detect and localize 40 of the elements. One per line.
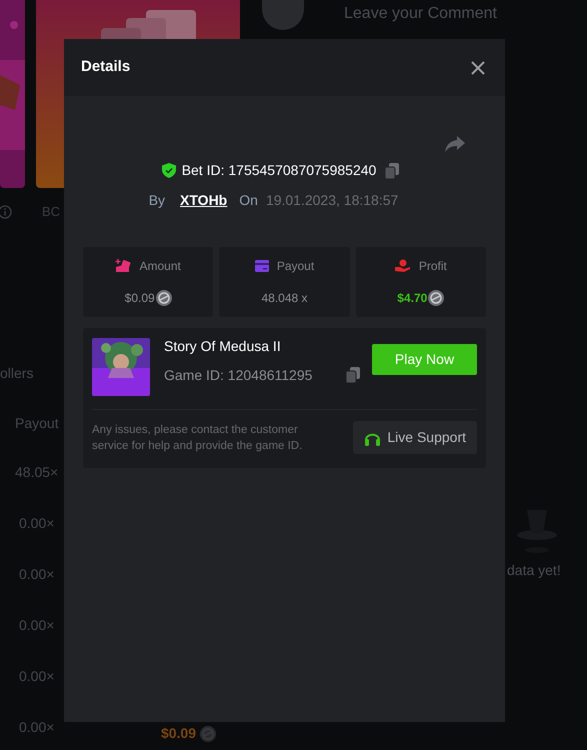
bet-date: 19.01.2023, 18:18:57 — [266, 191, 398, 210]
table-cell-text: 48.05× — [14, 463, 58, 482]
comment-field[interactable]: Leave your Comment — [344, 2, 497, 26]
bet-id: Bet ID: 1755457087075985240 — [182, 161, 376, 180]
info-icon[interactable] — [0, 205, 12, 219]
stat-value: 48.048 x — [261, 290, 308, 307]
table-cell-text: 0.00× — [18, 667, 54, 686]
shield-check-icon — [162, 163, 176, 178]
dialog-title: Details — [81, 57, 130, 78]
game-title: Story Of Medusa II — [164, 337, 282, 356]
stat-label: Profit — [418, 258, 447, 275]
coin-icon — [200, 726, 216, 742]
column-header: Payout — [14, 414, 59, 433]
table-cell-text: 0.00× — [18, 565, 54, 584]
copy-icon[interactable] — [346, 367, 360, 383]
stat-value: $0.09 — [124, 290, 155, 307]
hand-coin-icon — [394, 259, 411, 273]
table-cell-text: 0.00× — [18, 616, 54, 635]
on-label: On — [239, 191, 258, 210]
empty-message: data yet! — [507, 561, 561, 580]
table-cell-text: $0.09 — [160, 724, 196, 743]
coin-icon — [156, 290, 172, 306]
coin-icon — [428, 290, 444, 306]
stat-label: Payout — [276, 258, 314, 275]
play-now-button[interactable]: Play Now — [372, 344, 477, 374]
live-support-button[interactable]: Live Support — [353, 421, 477, 454]
share-icon[interactable] — [445, 136, 465, 152]
stat-value: $4.70 — [397, 290, 428, 307]
stat-label: Amount — [139, 258, 181, 275]
close-button[interactable] — [470, 60, 486, 76]
tab-label[interactable]: ollers — [0, 363, 34, 384]
game-id: Game ID: 12048611295 — [164, 366, 312, 385]
support-message: Any issues, please contact the customer service for help and provide the game ID. — [92, 422, 304, 454]
by-label: By — [148, 191, 166, 210]
table-cell-text: 0.00× — [18, 718, 54, 737]
card-icon — [254, 260, 269, 272]
table-cell-text: 0.00× — [18, 514, 54, 533]
copy-icon[interactable] — [385, 162, 400, 178]
user-link[interactable]: XTOHb — [180, 190, 228, 211]
avatar — [262, 0, 304, 30]
